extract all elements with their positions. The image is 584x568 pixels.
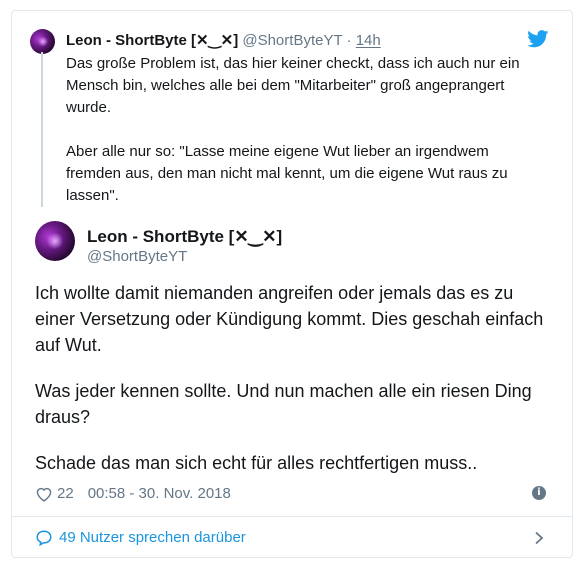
- thread-line: [41, 52, 43, 207]
- tweet-text: Ich wollte damit niemanden angreifen ode…: [35, 280, 550, 476]
- tweet-paragraph: Schade das man sich echt für alles recht…: [35, 453, 478, 473]
- quoted-paragraph: Das große Problem ist, das hier keiner c…: [66, 55, 520, 116]
- speech-bubble-icon: [36, 530, 52, 547]
- info-icon[interactable]: i: [532, 486, 546, 500]
- author-handle[interactable]: @ShortByteYT: [87, 248, 187, 266]
- quoted-tweet-text: Das große Problem ist, das hier keiner c…: [66, 53, 536, 207]
- tweet-timestamp[interactable]: 00:58 - 30. Nov. 2018: [88, 484, 231, 504]
- tweet-paragraph: Ich wollte damit niemanden angreifen ode…: [35, 283, 544, 355]
- twitter-bird-icon[interactable]: [527, 30, 549, 48]
- quoted-paragraph: Aber alle nur so: "Lasse meine eigene Wu…: [66, 143, 508, 204]
- header-separator: ·: [346, 32, 352, 49]
- conversation-link[interactable]: 49 Nutzer sprechen darüber: [35, 528, 246, 548]
- tweet-meta: 22 00:58 - 30. Nov. 2018: [35, 484, 231, 504]
- quoted-author-handle[interactable]: @ShortByteYT: [242, 32, 342, 49]
- conversation-label[interactable]: 49 Nutzer sprechen darüber: [59, 528, 246, 548]
- heart-icon[interactable]: [35, 486, 53, 502]
- author-name[interactable]: Leon - ShortByte [✕‿✕]: [87, 226, 282, 248]
- quoted-avatar[interactable]: [30, 29, 55, 54]
- quoted-author-name[interactable]: Leon - ShortByte [✕‿✕]: [66, 32, 238, 49]
- quoted-tweet-header: Leon - ShortByte [✕‿✕] @ShortByteYT · 14…: [66, 31, 381, 51]
- like-count[interactable]: 22: [57, 484, 74, 504]
- tweet-paragraph: Was jeder kennen sollte. Und nun machen …: [35, 381, 532, 427]
- author-avatar[interactable]: [35, 221, 75, 261]
- quoted-tweet-time[interactable]: 14h: [356, 32, 381, 49]
- chevron-right-icon[interactable]: [533, 531, 545, 545]
- divider: [12, 516, 572, 517]
